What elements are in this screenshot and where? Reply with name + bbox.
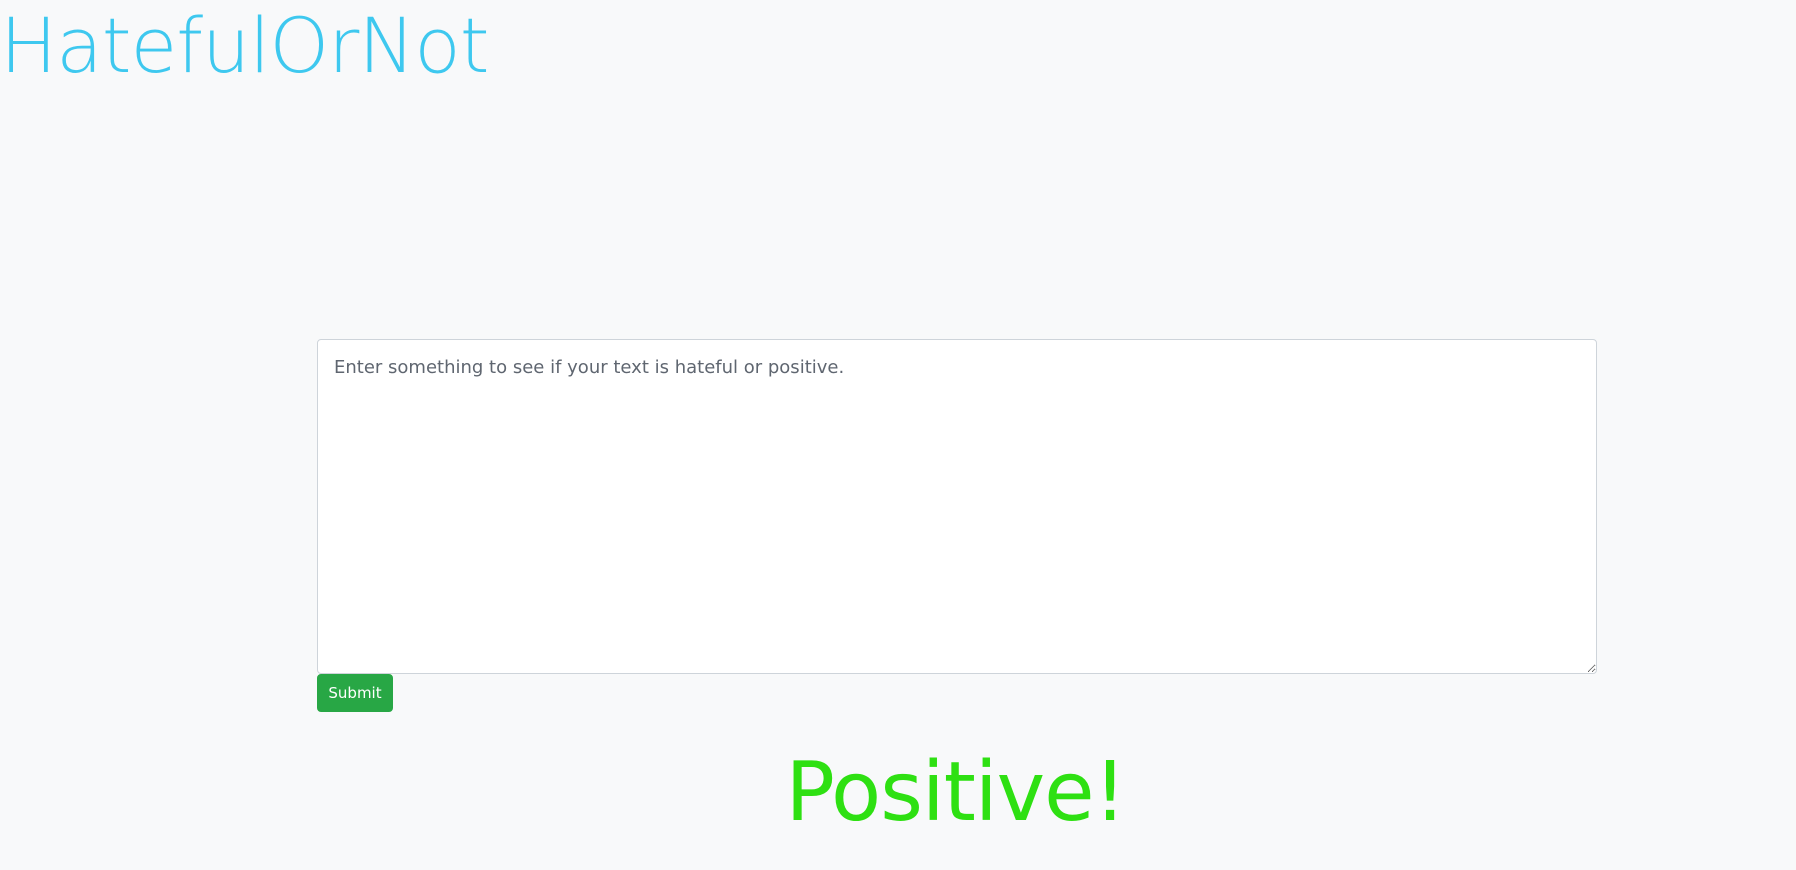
text-input[interactable] xyxy=(317,339,1597,674)
classifier-form: Submit xyxy=(317,339,1597,712)
result-label: Positive! xyxy=(785,745,1127,840)
submit-button[interactable]: Submit xyxy=(317,674,393,712)
app-title: HatefulOrNot xyxy=(0,1,490,90)
